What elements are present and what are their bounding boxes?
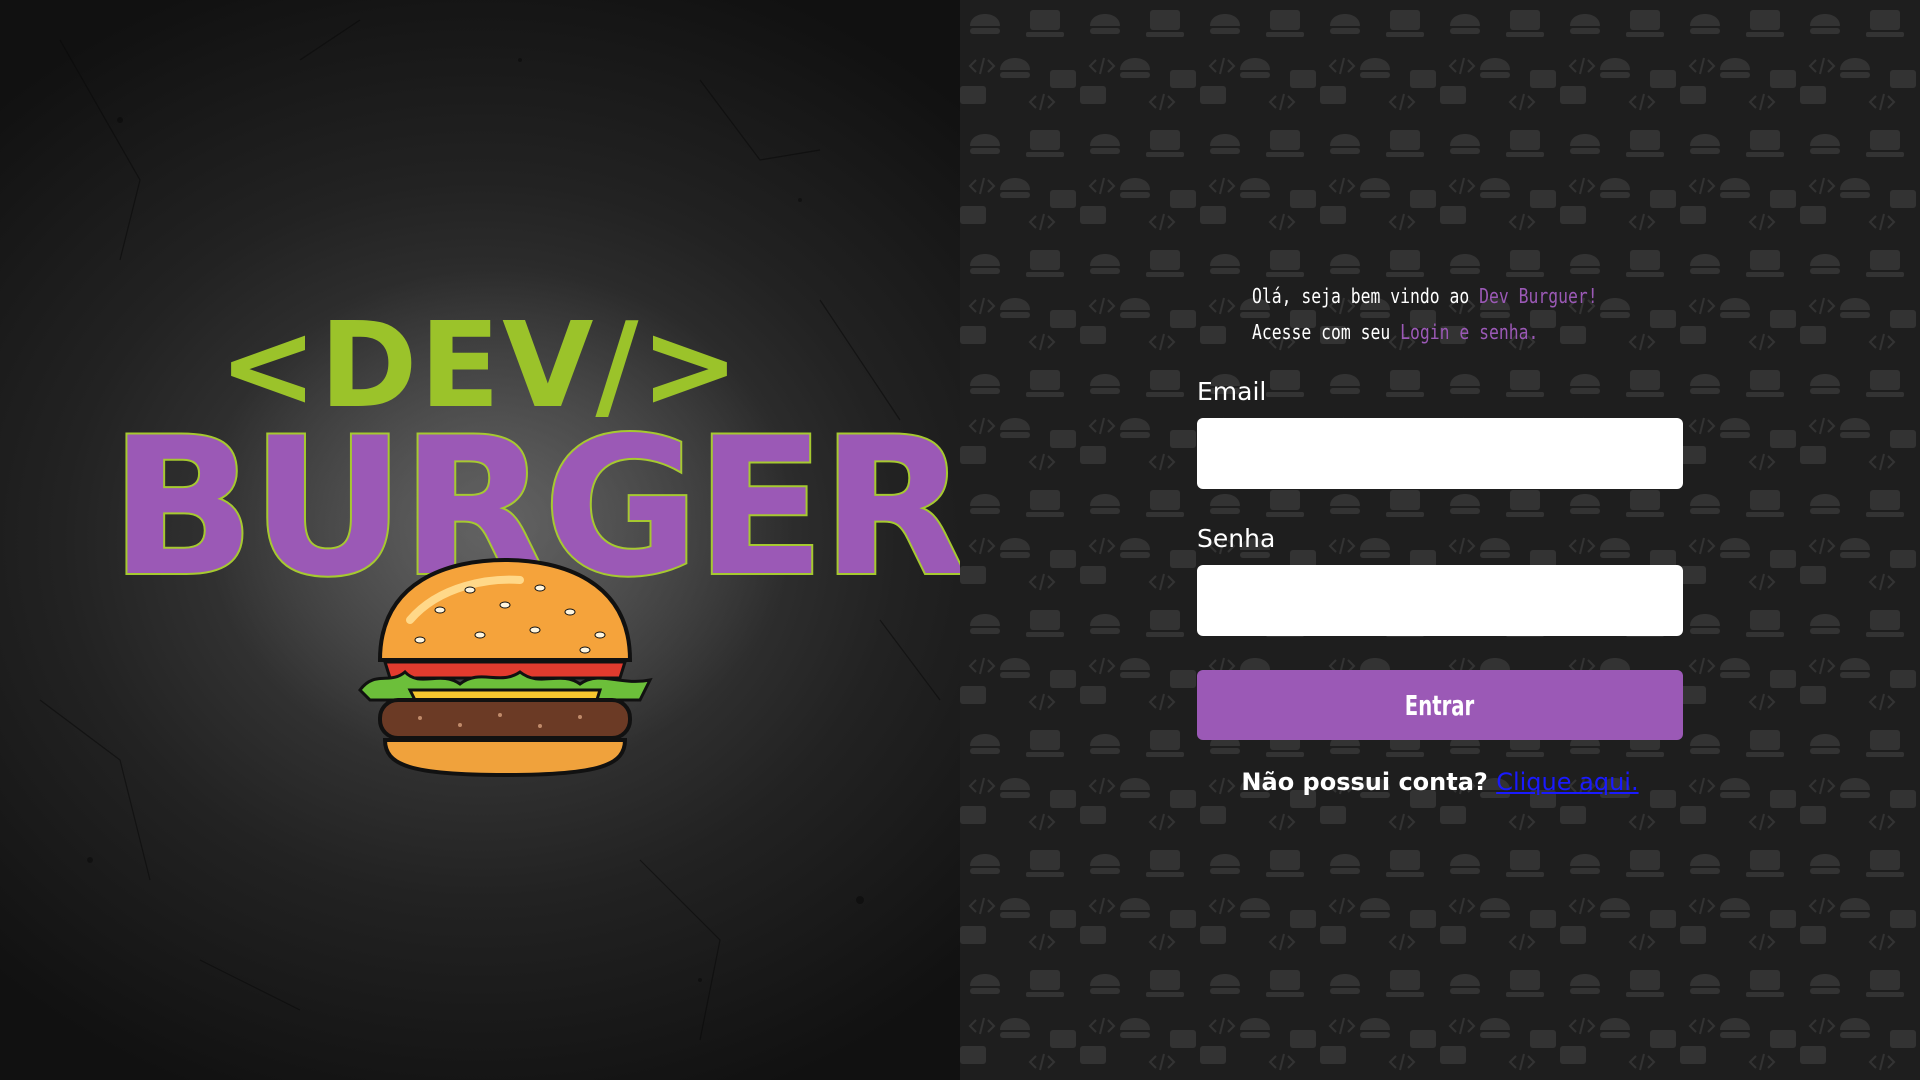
login-button[interactable]: Entrar: [1197, 670, 1683, 740]
login-panel: Olá, seja bem vindo ao Dev Burguer! Aces…: [960, 0, 1920, 1080]
password-field[interactable]: [1197, 565, 1683, 636]
burger-illustration: [358, 557, 653, 778]
dev-burger-logo: <DEV/> BURGER: [108, 300, 960, 780]
background-pattern: [960, 0, 1920, 1080]
hero-panel: <DEV/> BURGER: [0, 0, 960, 1080]
welcome-instruction: Acesse com seu: [1252, 320, 1401, 344]
welcome-line-2: Acesse com seu Login e senha.: [1252, 314, 1580, 350]
login-button-label: Entrar: [1405, 688, 1475, 722]
password-label: Senha: [1197, 524, 1276, 553]
email-label: Email: [1197, 377, 1267, 406]
welcome-line-1: Olá, seja bem vindo ao Dev Burguer!: [1252, 278, 1598, 314]
email-field[interactable]: [1197, 418, 1683, 489]
login-hint: Login e senha.: [1400, 320, 1539, 344]
welcome-message: Olá, seja bem vindo ao Dev Burguer! Aces…: [1252, 278, 1598, 350]
signup-text: Não possui conta?: [1241, 768, 1488, 796]
brand-name: Dev Burguer!: [1479, 284, 1598, 308]
welcome-text: Olá, seja bem vindo ao: [1252, 284, 1480, 308]
signup-link[interactable]: Clique aqui.: [1496, 768, 1638, 796]
signup-prompt: Não possui conta? Clique aqui.: [1197, 768, 1683, 796]
